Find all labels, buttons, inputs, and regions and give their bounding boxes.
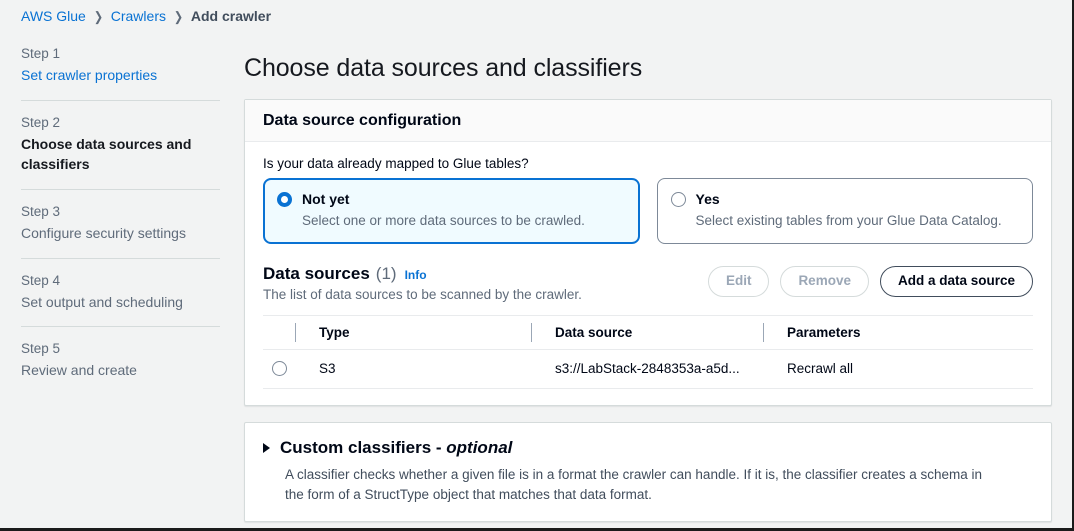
data-source-configuration-header: Data source configuration <box>245 100 1051 142</box>
data-sources-table-body: S3 s3://LabStack-2848353a-a5d... Recrawl… <box>263 349 1033 390</box>
chevron-right-icon[interactable] <box>263 443 270 454</box>
breadcrumb-item-crawlers[interactable]: Crawlers <box>111 8 166 24</box>
breadcrumb-item-add-crawler: Add crawler <box>190 8 272 24</box>
sidebar-step-2-label: Choose data sources and classifiers <box>21 135 192 172</box>
radio-tile-not-yet-description: Select one or more data sources to be cr… <box>302 213 585 229</box>
data-source-configuration-card: Data source configuration Is your data a… <box>244 99 1052 407</box>
column-header-parameters: Parameters <box>763 315 1033 351</box>
table-header-row: Type Data source Parameters <box>263 315 1033 351</box>
radio-tile-not-yet-title: Not yet <box>302 191 350 207</box>
page-body: Step 1 Set crawler properties Step 2 Cho… <box>0 30 1072 528</box>
breadcrumb-item-aws-glue[interactable]: AWS Glue <box>21 8 86 24</box>
sidebar-step-1: Step 1 Set crawler properties <box>21 46 220 100</box>
radio-tile-yes-description: Select existing tables from your Glue Da… <box>695 213 1002 229</box>
custom-classifiers-toggle[interactable]: Custom classifiers - optional <box>263 438 1033 458</box>
table-row[interactable]: S3 s3://LabStack-2848353a-a5d... Recrawl… <box>263 349 1033 390</box>
edit-button[interactable]: Edit <box>707 266 770 297</box>
row-radio-icon[interactable] <box>272 361 287 377</box>
sidebar-step-1-label[interactable]: Set crawler properties <box>21 66 220 86</box>
row-parameters: Recrawl all <box>775 349 1033 390</box>
custom-classifiers-description: A classifier checks whether a given file… <box>285 467 983 502</box>
wizard-step-navigation: Step 1 Set crawler properties Step 2 Cho… <box>0 30 240 528</box>
breadcrumb-separator-icon: ❯ <box>173 8 184 24</box>
data-sources-description: The list of data sources to be scanned b… <box>263 287 582 303</box>
page-title: Choose data sources and classifiers <box>244 54 643 82</box>
wizard-footer: Cancel Previous Next <box>244 522 1052 531</box>
radio-tile-yes-title: Yes <box>695 191 720 207</box>
sidebar-step-4-number: Step 4 <box>21 272 61 288</box>
row-type: S3 <box>307 349 543 390</box>
sidebar-step-4-label: Set output and scheduling <box>21 293 183 310</box>
column-header-data-source: Data source <box>531 315 775 351</box>
column-header-type: Type <box>295 315 543 351</box>
data-sources-table: Type Data source Parameters S3 s3://LabS… <box>263 315 1033 390</box>
radio-tile-yes[interactable]: Yes Select existing tables from your Glu… <box>656 178 1033 245</box>
breadcrumb-separator-icon: ❯ <box>93 8 103 24</box>
data-sources-header: Data sources (1) Info The list of data s… <box>263 264 1033 302</box>
row-select-cell <box>263 349 307 390</box>
sidebar-step-5: Step 5 Review and create <box>21 326 220 395</box>
sidebar-step-5-label: Review and create <box>21 362 137 379</box>
data-sources-info-link[interactable]: Info <box>405 268 427 282</box>
sidebar-step-2-number: Step 2 <box>21 114 61 130</box>
sidebar-step-2: Step 2 Choose data sources and classifie… <box>21 99 220 189</box>
radio-not-yet-icon[interactable] <box>277 192 292 207</box>
custom-classifiers-title: Custom classifiers - optional <box>280 438 512 458</box>
custom-classifiers-title-optional: optional <box>446 438 513 458</box>
add-data-source-button[interactable]: Add a data source <box>879 266 1033 297</box>
custom-classifiers-body: Custom classifiers - optional A classifi… <box>245 423 1051 520</box>
breadcrumb: AWS Glue ❯ Crawlers ❯ Add crawler <box>0 0 1072 30</box>
remove-button[interactable]: Remove <box>780 266 869 297</box>
custom-classifiers-title-main: Custom classifiers - <box>280 438 447 458</box>
data-sources-table-head: Type Data source Parameters <box>263 315 1033 351</box>
sidebar-step-4: Step 4 Set output and scheduling <box>21 257 220 327</box>
sidebar-step-3-number: Step 3 <box>21 203 61 219</box>
custom-classifiers-card: Custom classifiers - optional A classifi… <box>244 422 1052 522</box>
data-sources-actions: Edit Remove Add a data source <box>707 264 1033 297</box>
sidebar-step-1-number: Step 1 <box>21 46 61 61</box>
data-sources-count: (1) <box>375 264 397 284</box>
radio-tile-not-yet-text: Not yet Select one or more data sources … <box>302 190 585 230</box>
data-sources-heading-group: Data sources (1) Info The list of data s… <box>263 264 582 302</box>
radio-yes-icon[interactable] <box>670 192 686 207</box>
sidebar-step-3: Step 3 Configure security settings <box>21 188 220 258</box>
sidebar-step-3-label: Configure security settings <box>21 224 186 241</box>
main-content: Choose data sources and classifiers Data… <box>240 30 1072 528</box>
add-crawler-page: AWS Glue ❯ Crawlers ❯ Add crawler Step 1… <box>0 0 1074 531</box>
sidebar-step-5-number: Step 5 <box>21 341 61 357</box>
radio-tile-yes-text: Yes Select existing tables from your Glu… <box>696 190 1002 230</box>
data-source-configuration-body: Is your data already mapped to Glue tabl… <box>245 142 1051 405</box>
data-sources-title-line: Data sources (1) Info <box>263 264 582 284</box>
column-header-select <box>263 315 307 351</box>
row-data-source: s3://LabStack-2848353a-a5d... <box>543 349 775 390</box>
radio-tile-not-yet[interactable]: Not yet Select one or more data sources … <box>263 178 640 245</box>
data-sources-title: Data sources <box>263 264 370 284</box>
mapped-question-label: Is your data already mapped to Glue tabl… <box>263 156 529 171</box>
mapped-radio-group: Not yet Select one or more data sources … <box>263 178 1033 245</box>
